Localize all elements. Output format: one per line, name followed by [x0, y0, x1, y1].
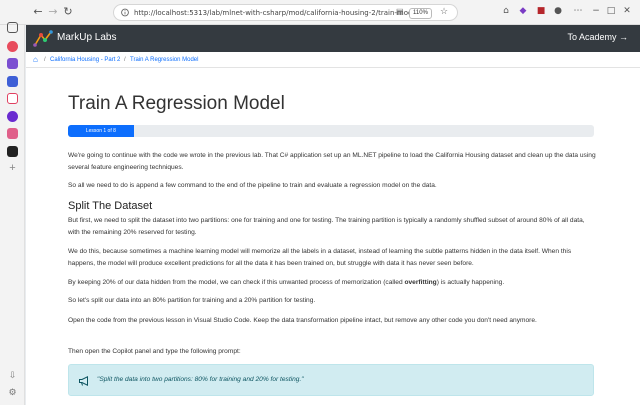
extension-shield-icon[interactable]: ■ — [535, 5, 547, 17]
app-icon-4[interactable] — [7, 93, 18, 104]
add-icon[interactable]: + — [7, 163, 18, 174]
app-icon-6[interactable] — [7, 128, 18, 139]
paragraph-open-code: Open the code from the previous lesson i… — [68, 317, 537, 324]
browser-toolbar: ← → ↻ http://localhost:5313/lab/mlnet-wi… — [0, 0, 640, 25]
paragraph-partition: So let's split our data into an 80% part… — [68, 297, 316, 304]
app-icon-5[interactable] — [7, 111, 18, 122]
paragraph-copilot: Then open the Copilot panel and type the… — [68, 348, 241, 355]
breadcrumb: ⌂ / California Housing - Part 2 / Train … — [26, 52, 640, 68]
reload-icon[interactable]: ↻ — [61, 5, 75, 19]
favorite-star-icon[interactable]: ☆ — [440, 6, 448, 17]
browser-sidebar: + ⇩ ⚙ — [0, 22, 25, 405]
paragraph-overfitting: By keeping 20% of our data hidden from t… — [68, 277, 596, 289]
download-icon[interactable]: ⇩ — [7, 370, 18, 381]
tab-actions-icon[interactable] — [7, 22, 18, 33]
maximize-icon[interactable]: □ — [605, 5, 617, 17]
app-icon-7[interactable] — [7, 146, 18, 157]
address-bar[interactable]: http://localhost:5313/lab/mlnet-with-csh… — [113, 4, 458, 21]
home-icon[interactable]: ⌂ — [33, 52, 38, 68]
lesson-progress-label: Lesson 1 of 8 — [68, 125, 134, 137]
top-navbar: MarkUp Labs To Academy → — [26, 25, 640, 52]
forward-icon[interactable]: → — [46, 5, 60, 19]
overfitting-text-c: ) is actually happening. — [436, 279, 505, 286]
settings-gear-icon[interactable]: ⚙ — [7, 387, 18, 398]
lesson-progress-bar: Lesson 1 of 8 — [68, 125, 594, 137]
app-page: MarkUp Labs To Academy → ⌂ / California … — [26, 25, 640, 405]
more-icon[interactable]: ⋯ — [572, 5, 584, 17]
paragraph-intro: We're going to continue with the code we… — [68, 152, 596, 171]
url-text: http://localhost:5313/lab/mlnet-with-csh… — [134, 9, 422, 17]
breadcrumb-item-lesson[interactable]: Train A Regression Model — [130, 52, 198, 68]
reader-icon[interactable]: ▤ — [396, 7, 404, 16]
app-icon-2[interactable] — [7, 58, 18, 69]
paragraph-split: But first, we need to split the dataset … — [68, 217, 585, 236]
app-icon-3[interactable] — [7, 76, 18, 87]
section-heading: Split The Dataset — [68, 200, 153, 212]
extension-icon[interactable]: ◆ — [517, 5, 529, 17]
brand-logo-icon[interactable] — [33, 29, 53, 48]
app-icon-1[interactable] — [7, 41, 18, 52]
to-academy-link[interactable]: To Academy → — [567, 32, 628, 42]
settings-icon[interactable]: ⌂ — [500, 5, 512, 17]
paragraph-append: So all we need to do is append a few com… — [68, 182, 437, 189]
prompt-text: "Split the data into two partitions: 80%… — [97, 376, 304, 383]
breadcrumb-separator: / — [124, 57, 126, 63]
breadcrumb-item-module[interactable]: California Housing - Part 2 — [50, 52, 120, 68]
megaphone-icon — [79, 375, 88, 387]
profile-icon[interactable]: ● — [552, 5, 564, 17]
brand-name[interactable]: MarkUp Labs — [57, 32, 116, 43]
breadcrumb-separator: / — [44, 57, 46, 63]
paragraph-memorize: We do this, because sometimes a machine … — [68, 248, 572, 267]
close-icon[interactable]: ✕ — [621, 5, 633, 17]
zoom-level[interactable]: 110% — [409, 8, 432, 19]
prompt-callout: "Split the data into two partitions: 80%… — [68, 364, 594, 396]
minimize-icon[interactable]: − — [590, 5, 602, 17]
back-icon[interactable]: ← — [31, 5, 45, 19]
info-icon[interactable] — [121, 8, 129, 17]
page-title: Train A Regression Model — [68, 93, 285, 114]
overfitting-term: overfitting — [404, 279, 437, 286]
overfitting-text-a: By keeping 20% of our data hidden from t… — [68, 279, 405, 286]
